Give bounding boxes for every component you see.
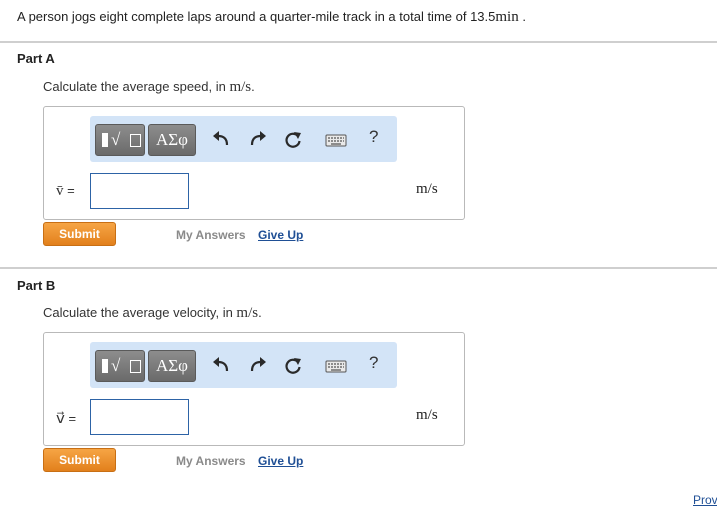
problem-suffix: . xyxy=(518,9,526,24)
part-b-submit-button[interactable]: Submit xyxy=(43,448,116,472)
part-a-prompt-end: . xyxy=(251,79,255,94)
part-b-prompt: Calculate the average velocity, in m/s. xyxy=(43,305,262,322)
keyboard-icon[interactable] xyxy=(325,130,347,150)
part-a-equals: = xyxy=(67,183,75,198)
part-a-submit-button[interactable]: Submit xyxy=(43,222,116,246)
problem-text: A person jogs eight complete laps around… xyxy=(17,9,496,24)
part-a-prompt-unit: m/s xyxy=(229,79,252,95)
part-a-prompt: Calculate the average speed, in m/s. xyxy=(43,79,255,96)
part-b-answer-input[interactable] xyxy=(90,399,189,435)
part-a-my-answers-link[interactable]: My Answers xyxy=(176,228,246,242)
part-b-variable: v⃗ xyxy=(56,411,65,427)
fraction-radical-template-icon[interactable]: √ xyxy=(95,350,145,382)
part-b-equals: = xyxy=(68,411,77,426)
part-a-unit: m/s xyxy=(416,181,438,197)
divider xyxy=(0,41,717,43)
part-a-answer-input[interactable] xyxy=(90,173,189,209)
part-b-give-up-link[interactable]: Give Up xyxy=(258,454,303,468)
part-b-prompt-end: . xyxy=(258,305,262,320)
math-toolbar: √ ΑΣφ ? xyxy=(90,116,397,162)
part-b-answer-box: √ ΑΣφ ? v⃗ = m/s xyxy=(43,332,465,446)
part-b-prompt-unit: m/s xyxy=(236,305,259,321)
divider xyxy=(0,267,717,269)
part-a-title: Part A xyxy=(17,51,55,66)
undo-icon[interactable] xyxy=(212,356,232,376)
fraction-radical-template-icon[interactable]: √ xyxy=(95,124,145,156)
part-a-variable-label: v̄ = xyxy=(56,183,75,200)
problem-statement: A person jogs eight complete laps around… xyxy=(17,9,526,26)
provide-feedback-link[interactable]: Prov xyxy=(693,493,717,507)
redo-icon[interactable] xyxy=(247,356,267,376)
part-b-prompt-text: Calculate the average velocity, in xyxy=(43,305,237,320)
part-a-variable: v̄ xyxy=(56,183,64,199)
part-b-my-answers-link[interactable]: My Answers xyxy=(176,454,246,468)
part-b-unit: m/s xyxy=(416,407,438,423)
part-a-give-up-link[interactable]: Give Up xyxy=(258,228,303,242)
help-button[interactable]: ? xyxy=(369,353,378,373)
redo-icon[interactable] xyxy=(247,130,267,150)
part-b-variable-label: v⃗ = xyxy=(56,409,76,428)
part-a-answer-box: √ ΑΣφ ? v̄ = m/s xyxy=(43,106,465,220)
reset-icon[interactable] xyxy=(283,130,303,150)
problem-time-unit: min xyxy=(495,9,519,25)
part-b-title: Part B xyxy=(17,278,56,293)
help-button[interactable]: ? xyxy=(369,127,378,147)
undo-icon[interactable] xyxy=(212,130,232,150)
part-a-prompt-text: Calculate the average speed, in xyxy=(43,79,230,94)
reset-icon[interactable] xyxy=(283,356,303,376)
math-toolbar: √ ΑΣφ ? xyxy=(90,342,397,388)
greek-symbols-button[interactable]: ΑΣφ xyxy=(148,350,196,382)
greek-symbols-button[interactable]: ΑΣφ xyxy=(148,124,196,156)
keyboard-icon[interactable] xyxy=(325,356,347,376)
